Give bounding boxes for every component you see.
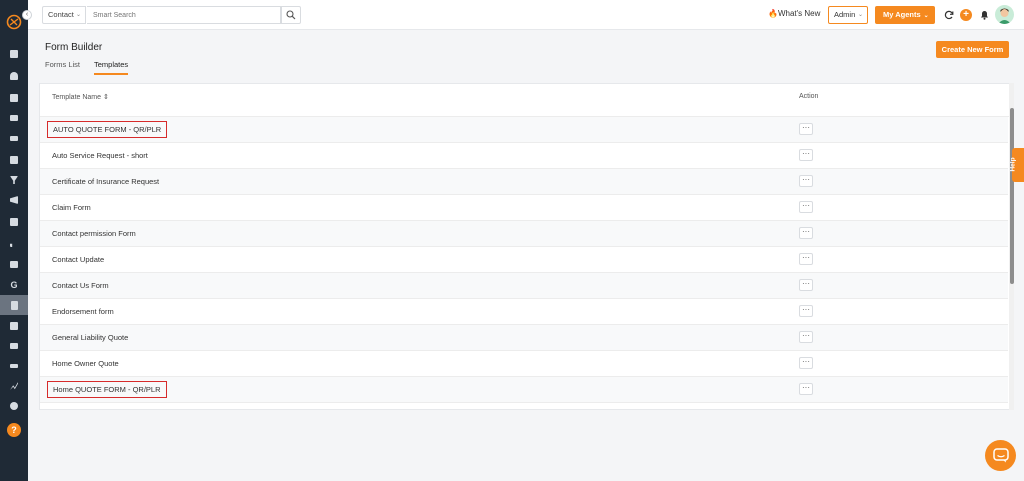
list-icon[interactable] [0, 128, 28, 148]
row-actions-button[interactable]: ··· [799, 123, 813, 135]
row-actions-button[interactable]: ··· [799, 253, 813, 265]
row-actions-button[interactable]: ··· [799, 227, 813, 239]
search-scope-label: Contact [48, 10, 74, 19]
my-agents-label: My Agents [883, 10, 921, 19]
template-name: General Liability Quote [52, 333, 129, 342]
table-row[interactable]: Contact permission Form ··· [40, 221, 1008, 247]
avatar[interactable] [995, 5, 1014, 24]
analytics-icon[interactable] [0, 376, 28, 396]
chevron-down-icon: ⌄ [923, 13, 929, 19]
create-new-form-button[interactable]: Create New Form [936, 41, 1009, 58]
template-name: Contact Us Form [52, 281, 109, 290]
chevron-down-icon: ⌄ [75, 12, 81, 18]
sidebar-collapse-button[interactable]: ‹ [22, 10, 32, 20]
bank-icon[interactable] [0, 108, 28, 128]
refresh-icon[interactable] [944, 10, 954, 20]
template-name: Certificate of Insurance Request [52, 177, 160, 186]
top-bar: Contact ⌄ 🔥What's New Admin ⌄ My Agents⌄… [28, 0, 1024, 30]
row-actions-button[interactable]: ··· [799, 175, 813, 187]
mail-icon[interactable] [0, 336, 28, 356]
documents-icon[interactable] [0, 88, 28, 108]
clipboard-icon[interactable] [0, 212, 28, 232]
user-avatar-icon [998, 8, 1011, 24]
template-name: AUTO QUOTE FORM - QR/PLR [47, 121, 168, 138]
filter-icon[interactable] [0, 170, 28, 190]
bell-icon[interactable] [980, 10, 989, 20]
settings-icon[interactable] [0, 396, 28, 416]
chat-icon [992, 448, 1009, 463]
template-name: Contact Update [52, 255, 105, 264]
whats-new-label: What's New [777, 9, 821, 18]
table-row[interactable]: Certificate of Insurance Request ··· [40, 169, 1008, 195]
fire-icon: 🔥 [768, 9, 778, 18]
search-button[interactable] [281, 6, 301, 24]
folder-icon[interactable] [0, 254, 28, 274]
bar-chart-icon[interactable] [0, 233, 28, 253]
logo-icon[interactable] [6, 14, 22, 30]
add-icon[interactable]: + [960, 9, 972, 21]
whats-new-link[interactable]: 🔥What's New [768, 9, 820, 18]
row-actions-button[interactable]: ··· [799, 383, 813, 395]
template-name: Endorsement form [52, 307, 114, 316]
help-icon[interactable]: ? [7, 423, 21, 437]
megaphone-icon[interactable] [0, 190, 28, 210]
role-label: Admin [834, 10, 856, 19]
column-header-action: Action [799, 93, 819, 100]
dashboard-icon[interactable] [0, 44, 28, 64]
template-name: Home Owner Quote [52, 359, 119, 368]
contacts-icon[interactable] [0, 66, 28, 86]
tab-templates[interactable]: Templates [94, 60, 129, 75]
table-row[interactable]: Endorsement form ··· [40, 299, 1008, 325]
table-row[interactable]: Claim Form ··· [40, 195, 1008, 221]
row-actions-button[interactable]: ··· [799, 357, 813, 369]
table-row[interactable]: Contact Update ··· [40, 247, 1008, 273]
tab-forms-list[interactable]: Forms List [45, 60, 80, 73]
calendar-icon[interactable] [0, 316, 28, 336]
row-actions-button[interactable]: ··· [799, 305, 813, 317]
table-row[interactable]: Home Owner Quote ··· [40, 351, 1008, 377]
google-icon[interactable]: G [0, 275, 28, 295]
help-tab-label: Help [1009, 157, 1017, 172]
chat-button[interactable] [985, 440, 1016, 471]
scrollbar-thumb[interactable] [1010, 108, 1014, 284]
form-builder-icon[interactable] [0, 295, 28, 315]
table-row[interactable]: Home QUOTE FORM - QR/PLR ··· [40, 377, 1008, 403]
template-name: Contact permission Form [52, 229, 136, 238]
sidebar: G ? [0, 0, 28, 481]
search-scope-select[interactable]: Contact ⌄ [42, 6, 86, 24]
role-select[interactable]: Admin ⌄ [828, 6, 868, 24]
row-actions-button[interactable]: ··· [799, 331, 813, 343]
table-row[interactable]: AUTO QUOTE FORM - QR/PLR ··· [40, 117, 1008, 143]
search-icon [286, 10, 296, 20]
row-actions-button[interactable]: ··· [799, 201, 813, 213]
smart-search-input[interactable] [87, 6, 281, 24]
row-actions-button[interactable]: ··· [799, 279, 813, 291]
column-header-template-name[interactable]: Template Name ⇕ [52, 93, 109, 101]
template-name: Auto Service Request - short [52, 151, 148, 160]
template-name: Home QUOTE FORM - QR/PLR [47, 381, 167, 398]
table-row[interactable]: General Liability Quote ··· [40, 325, 1008, 351]
templates-table: Template Name ⇕ Action AUTO QUOTE FORM -… [39, 83, 1011, 410]
contact-card-icon[interactable] [0, 150, 28, 170]
row-actions-button[interactable]: ··· [799, 149, 813, 161]
my-agents-button[interactable]: My Agents ⌄ [875, 6, 935, 24]
help-side-tab[interactable]: Help [1009, 148, 1024, 182]
table-row[interactable]: Auto Service Request - short ··· [40, 143, 1008, 169]
page-title: Form Builder [45, 42, 103, 53]
table-header: Template Name ⇕ Action [40, 84, 1010, 117]
signature-icon[interactable] [0, 356, 28, 376]
chevron-down-icon: ⌄ [857, 12, 863, 18]
template-name: Claim Form [52, 203, 91, 212]
table-row[interactable]: Contact Us Form ··· [40, 273, 1008, 299]
